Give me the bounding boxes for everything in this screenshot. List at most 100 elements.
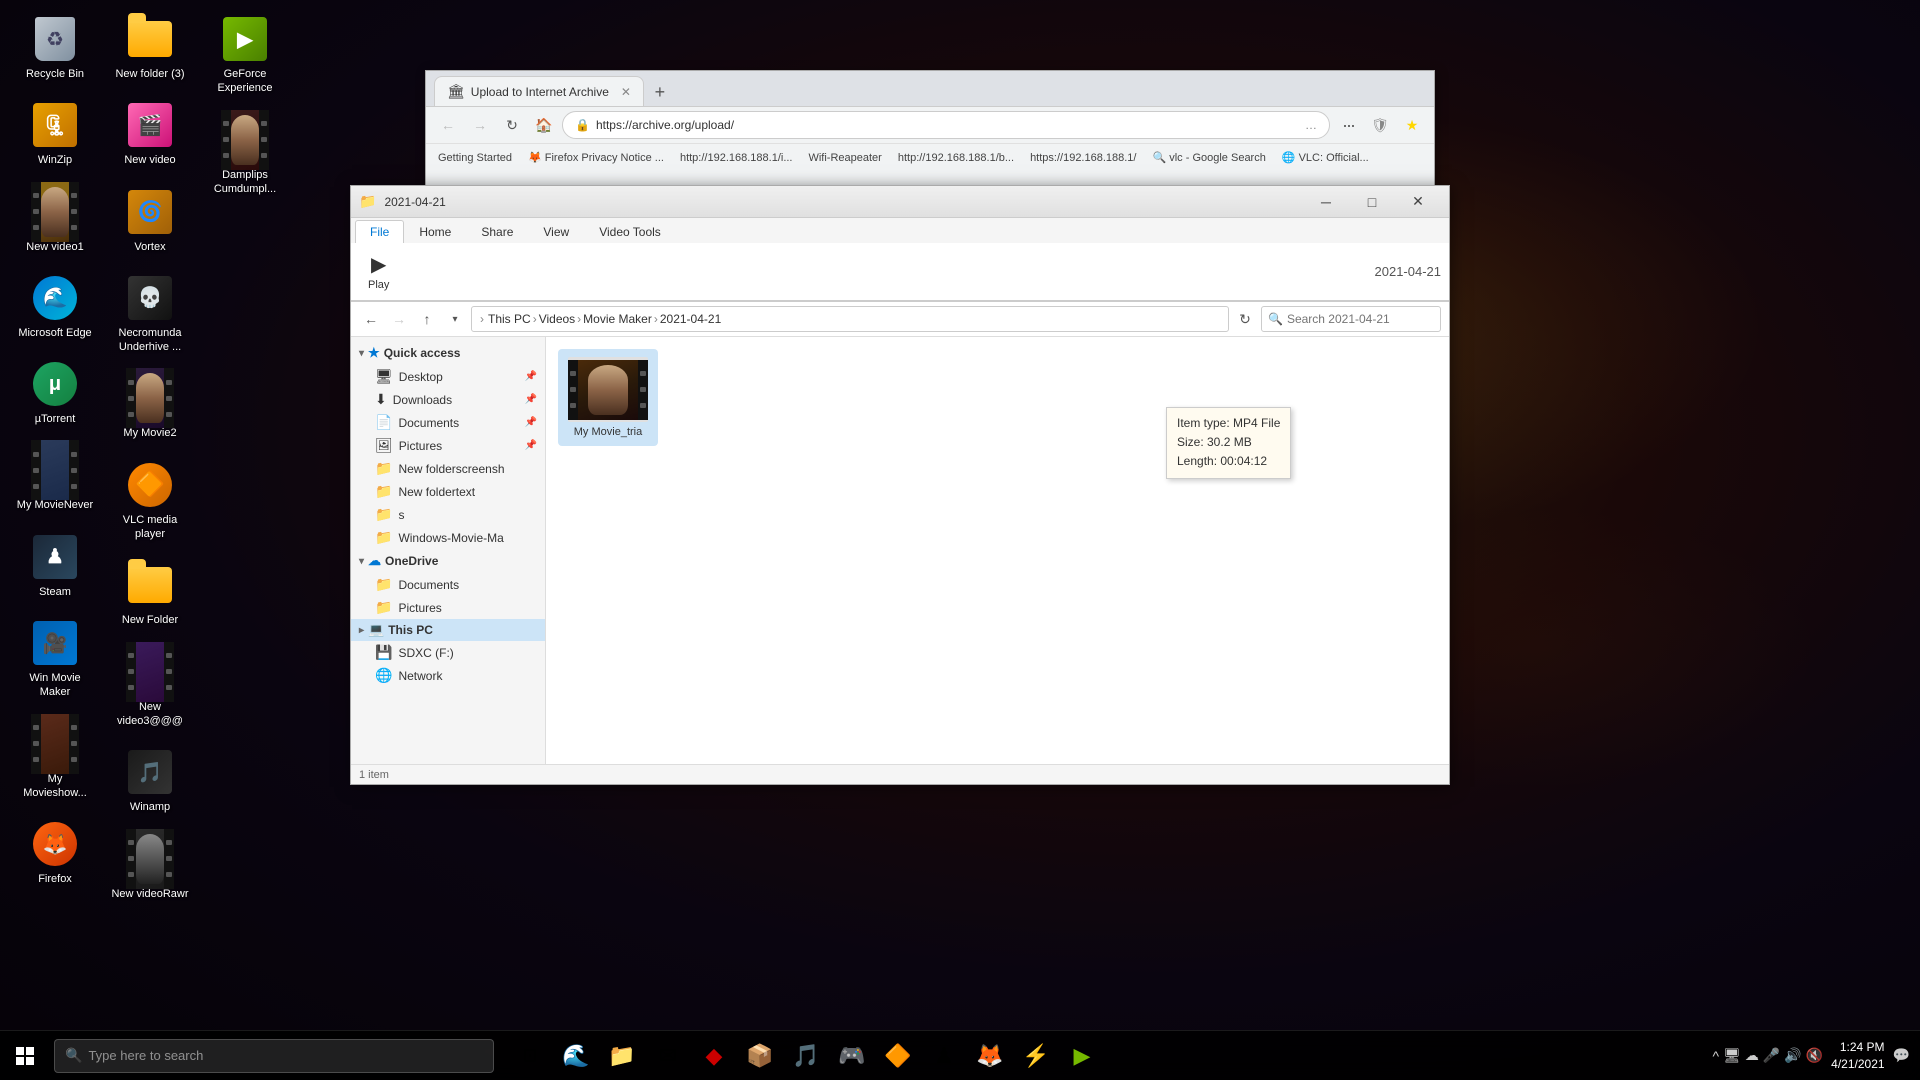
tray-speaker-icon[interactable]: 🔊 xyxy=(1784,1047,1801,1064)
menu-button[interactable]: ··· xyxy=(1334,111,1362,139)
tab-close-icon[interactable]: ✕ xyxy=(621,85,631,99)
nav-windows-movie[interactable]: 📁 Windows-Movie-Ma xyxy=(351,526,545,549)
nav-onedrive-docs[interactable]: 📁 Documents xyxy=(351,573,545,596)
quick-access-header[interactable]: ▾ ★ Quick access xyxy=(351,341,545,365)
nav-sdxc[interactable]: 💾 SDXC (F:) xyxy=(351,641,545,664)
nav-s[interactable]: 📁 s xyxy=(351,503,545,526)
explorer-forward-btn[interactable]: → xyxy=(387,307,411,331)
clock[interactable]: 1:24 PM 4/21/2021 xyxy=(1831,1039,1884,1073)
tray-cloud-icon[interactable]: ☁ xyxy=(1745,1047,1759,1064)
bookmark-192-2[interactable]: http://192.168.188.1/b... xyxy=(894,150,1018,166)
nav-pictures[interactable]: 🖼 Pictures 📌 xyxy=(351,434,545,457)
file-item-movie[interactable]: My Movie_tria xyxy=(558,349,658,446)
start-button[interactable] xyxy=(0,1031,50,1080)
taskbar-search-bar[interactable]: 🔍 xyxy=(54,1039,494,1073)
bookmark-firefox-privacy[interactable]: 🦊 Firefox Privacy Notice ... xyxy=(524,149,668,166)
desktop-icon-new-video1[interactable]: New video1 xyxy=(10,183,100,259)
forward-button[interactable]: → xyxy=(466,111,494,139)
taskview-button[interactable]: ⊡ xyxy=(508,1034,552,1078)
this-pc-header[interactable]: ▸ 💻 This PC xyxy=(351,619,545,641)
path-movie-maker[interactable]: Movie Maker xyxy=(583,312,652,326)
tab-view[interactable]: View xyxy=(528,220,584,243)
browser-tab[interactable]: 🏛 Upload to Internet Archive ✕ xyxy=(434,76,644,106)
tray-monitor-icon[interactable]: 🖥 xyxy=(1723,1047,1741,1064)
bookmark-vlc-search[interactable]: 🔍 vlc - Google Search xyxy=(1148,149,1269,166)
desktop-icon-firefox[interactable]: 🦊 Firefox xyxy=(10,815,100,891)
play-ribbon-button[interactable]: ▶ Play xyxy=(359,247,398,296)
new-tab-button[interactable]: + xyxy=(646,78,674,106)
address-bar[interactable]: 🔒 https://archive.org/upload/ … xyxy=(562,111,1330,139)
tray-mute-icon[interactable]: 🔇 xyxy=(1806,1047,1823,1064)
taskbar-firefox-taskbar-icon[interactable]: 🦊 xyxy=(968,1034,1012,1078)
minimize-button[interactable]: ─ xyxy=(1303,186,1349,218)
desktop-icon-vortex[interactable]: 🌀 Vortex xyxy=(105,183,195,259)
taskbar-geforce-taskbar-icon[interactable]: ▶ xyxy=(1060,1034,1104,1078)
desktop-icon-newvideo[interactable]: 🎬 New video xyxy=(105,96,195,172)
explorer-up-btn[interactable]: ↑ xyxy=(415,307,439,331)
tray-mic-icon[interactable]: 🎤 xyxy=(1763,1047,1780,1064)
refresh-explorer-btn[interactable]: ↻ xyxy=(1233,307,1257,331)
nav-foldertext[interactable]: 📁 New foldertext xyxy=(351,480,545,503)
desktop-icon-utorrent[interactable]: μ µTorrent xyxy=(10,355,100,431)
desktop-icon-winzip[interactable]: 🗜 WinZip xyxy=(10,96,100,172)
desktop-icon-movieshow[interactable]: My Movieshow... xyxy=(10,715,100,806)
bookmark-wifi[interactable]: Wifi-Reapeater xyxy=(804,150,885,166)
desktop-icon-steam[interactable]: ♟ Steam xyxy=(10,528,100,604)
desktop-icon-movie2[interactable]: My Movie2 xyxy=(105,369,195,445)
desktop-icon-geforce[interactable]: ▶ GeForce Experience xyxy=(200,10,290,101)
path-this-pc[interactable]: This PC xyxy=(488,312,531,326)
desktop-icon-video3[interactable]: New video3@@@ xyxy=(105,643,195,734)
taskbar-music-icon[interactable]: 🎵 xyxy=(784,1034,828,1078)
taskbar-game-icon[interactable]: 🎮 xyxy=(830,1034,874,1078)
bookmark-vlc-official[interactable]: 🌐 VLC: Official... xyxy=(1278,149,1373,166)
address-path[interactable]: › This PC › Videos › Movie Maker › 2021-… xyxy=(471,306,1229,332)
tab-video-tools[interactable]: Video Tools xyxy=(584,220,676,243)
bookmark-icon[interactable]: ★ xyxy=(1398,111,1426,139)
home-button[interactable]: 🏠 xyxy=(530,111,558,139)
taskbar-dropbox-icon[interactable]: 📦 xyxy=(738,1034,782,1078)
explorer-back-btn[interactable]: ← xyxy=(359,307,383,331)
maximize-button[interactable]: □ xyxy=(1349,186,1395,218)
notification-icon[interactable]: 💬 xyxy=(1893,1047,1910,1064)
desktop-icon-recycle-bin[interactable]: ♻ Recycle Bin xyxy=(10,10,100,86)
path-date-folder[interactable]: 2021-04-21 xyxy=(660,312,721,326)
taskbar-steam-taskbar-icon[interactable]: ♟ xyxy=(922,1034,966,1078)
bookmark-getting-started[interactable]: Getting Started xyxy=(434,150,516,166)
desktop-icon-edge[interactable]: 🌊 Microsoft Edge xyxy=(10,269,100,345)
nav-folderscreen[interactable]: 📁 New folderscreensh xyxy=(351,457,545,480)
taskbar-edge-icon[interactable]: 🌊 xyxy=(554,1034,598,1078)
nav-documents[interactable]: 📄 Documents 📌 xyxy=(351,411,545,434)
explorer-search-box[interactable]: 🔍 xyxy=(1261,306,1441,332)
tray-chevron[interactable]: ^ xyxy=(1713,1048,1720,1064)
desktop-icon-necromunda[interactable]: 💀 Necromunda Underhive ... xyxy=(105,269,195,360)
nav-desktop[interactable]: 🖥 Desktop 📌 xyxy=(351,365,545,388)
recent-locations-btn[interactable]: ▾ xyxy=(443,307,467,331)
back-button[interactable]: ← xyxy=(434,111,462,139)
desktop-icon-winamp[interactable]: 🎵 Winamp xyxy=(105,743,195,819)
path-videos[interactable]: Videos xyxy=(539,312,575,326)
desktop-icon-damplips[interactable]: Damplips Cumdumpl... xyxy=(200,111,290,202)
tab-home[interactable]: Home xyxy=(404,220,466,243)
desktop-icon-winmovie[interactable]: 🎥 Win Movie Maker xyxy=(10,614,100,705)
close-button[interactable]: ✕ xyxy=(1395,186,1441,218)
taskbar-extra-icon[interactable]: ⚡ xyxy=(1014,1034,1058,1078)
refresh-button[interactable]: ↻ xyxy=(498,111,526,139)
nav-downloads[interactable]: ⬇ Downloads 📌 xyxy=(351,388,545,411)
taskbar-explorer-icon[interactable]: 📁 xyxy=(600,1034,644,1078)
bookmark-192-3[interactable]: https://192.168.188.1/ xyxy=(1026,150,1140,166)
bookmark-192-1[interactable]: http://192.168.188.1/i... xyxy=(676,150,797,166)
taskbar-diamond-icon[interactable]: ◆ xyxy=(692,1034,736,1078)
onedrive-header[interactable]: ▾ ☁ OneDrive xyxy=(351,549,545,573)
taskbar-search-input[interactable] xyxy=(88,1048,468,1063)
taskbar-vlc-taskbar-icon[interactable]: 🔶 xyxy=(876,1034,920,1078)
desktop-icon-newfolder[interactable]: New Folder xyxy=(105,556,195,632)
nav-network[interactable]: 🌐 Network xyxy=(351,664,545,687)
desktop-icon-folder3[interactable]: New folder (3) xyxy=(105,10,195,86)
taskbar-mail-icon[interactable]: ✉ xyxy=(646,1034,690,1078)
explorer-search-input[interactable] xyxy=(1287,312,1427,326)
tab-file[interactable]: File xyxy=(355,220,404,243)
desktop-icon-movieNever[interactable]: My MovieNever xyxy=(10,441,100,517)
desktop-icon-videoRawr[interactable]: New videoRawr xyxy=(105,830,195,906)
nav-onedrive-pics[interactable]: 📁 Pictures xyxy=(351,596,545,619)
tab-share[interactable]: Share xyxy=(466,220,528,243)
